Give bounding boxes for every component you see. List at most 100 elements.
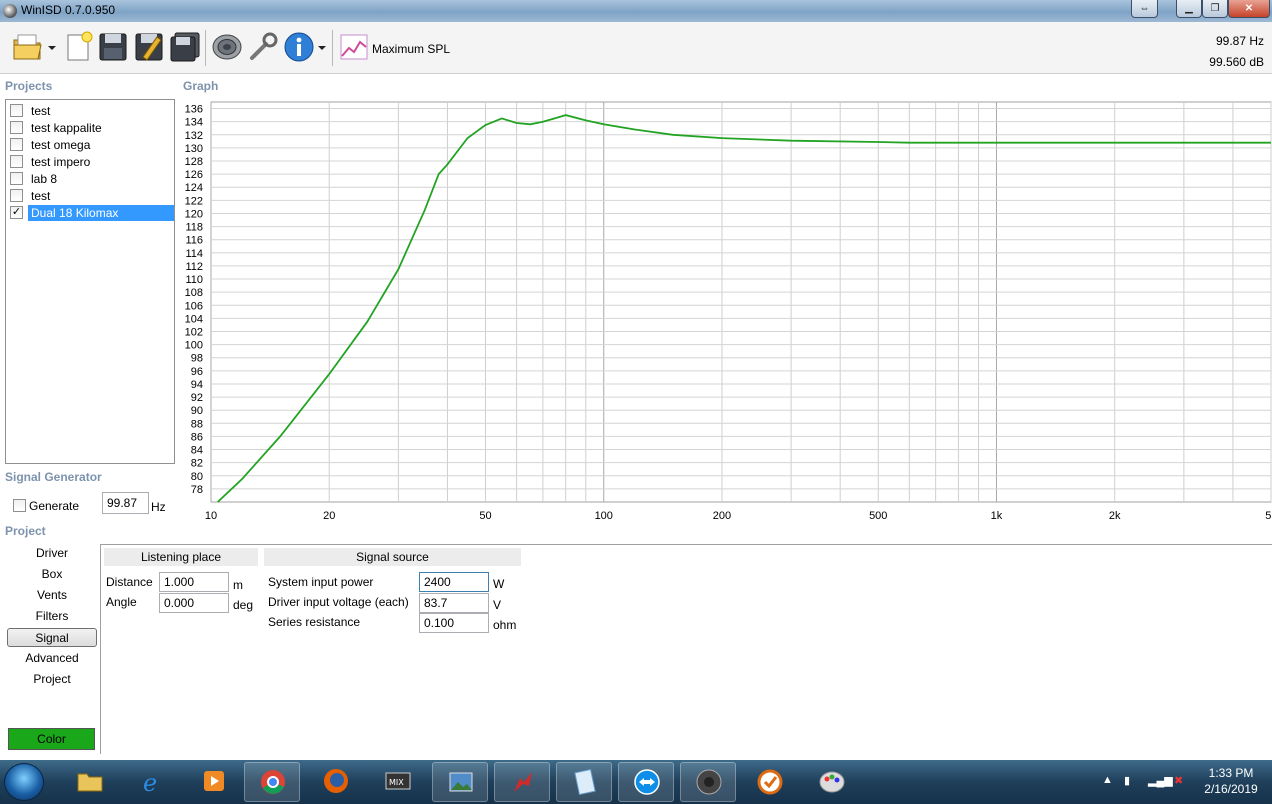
tools-icon[interactable] xyxy=(247,31,279,63)
taskbar-chrome[interactable] xyxy=(244,762,300,802)
taskbar-internet-explorer[interactable]: e xyxy=(124,762,180,802)
toolbar-separator xyxy=(332,30,333,66)
system-input-power-input[interactable]: 2400 xyxy=(419,572,489,592)
x-tick-label: 20 xyxy=(323,510,335,522)
signal-source-header: Signal source xyxy=(264,548,521,566)
series-resistance-input[interactable]: 0.100 xyxy=(419,613,489,633)
project-item-selected[interactable]: ✓ Dual 18 Kilomax xyxy=(6,204,174,221)
network-signal-icon[interactable]: ▂▄▆ xyxy=(1148,774,1173,787)
project-checkbox[interactable] xyxy=(10,121,23,134)
tab-driver[interactable]: Driver xyxy=(7,544,97,563)
taskbar-bird-app[interactable] xyxy=(494,762,550,802)
project-name[interactable]: test xyxy=(28,103,53,119)
show-hidden-icons-arrow[interactable]: ▲ xyxy=(1102,774,1113,786)
listening-place-header: Listening place xyxy=(104,548,258,566)
project-name[interactable]: lab 8 xyxy=(28,171,60,187)
winisd-window: WinISD 0.7.0.950 ⇔ ▁ ❐ ✕ Maximum SPL 99.… xyxy=(0,0,1272,804)
tab-box[interactable]: Box xyxy=(7,565,97,584)
taskbar-photo-viewer[interactable] xyxy=(432,762,488,802)
save-as-icon[interactable] xyxy=(133,31,165,63)
open-dropdown-caret[interactable] xyxy=(48,46,56,50)
project-checkbox[interactable] xyxy=(10,155,23,168)
cursor-frequency-readout: 99.87 Hz xyxy=(1215,34,1264,48)
projects-list[interactable]: test test kappalite test omega test impe… xyxy=(5,99,175,464)
generator-frequency-unit: Hz xyxy=(151,500,166,514)
angle-input[interactable]: 0.000 xyxy=(159,593,229,613)
tab-advanced[interactable]: Advanced xyxy=(7,649,97,668)
tab-filters[interactable]: Filters xyxy=(7,607,97,626)
taskbar-firefox[interactable] xyxy=(308,762,364,802)
driver-input-voltage-input[interactable]: 83.7 xyxy=(419,593,489,613)
spl-graph[interactable]: 7880828486889092949698100102104106108110… xyxy=(175,98,1272,524)
project-name[interactable]: Dual 18 Kilomax xyxy=(28,205,174,221)
taskbar-clock-date[interactable]: 2/16/2019 xyxy=(1200,782,1262,796)
plot-type-label[interactable]: Maximum SPL xyxy=(372,42,450,56)
generator-frequency-input[interactable]: 99.87 xyxy=(102,492,149,514)
resize-arrows-button[interactable]: ⇔ xyxy=(1131,0,1158,18)
svg-text:e: e xyxy=(143,769,157,795)
taskbar-media-player[interactable] xyxy=(186,762,242,802)
new-project-icon[interactable] xyxy=(62,31,94,63)
y-tick-label: 122 xyxy=(185,195,203,207)
save-icon[interactable] xyxy=(97,31,129,63)
info-icon[interactable] xyxy=(283,31,315,63)
project-checkbox-checked[interactable]: ✓ xyxy=(10,206,23,219)
y-tick-label: 88 xyxy=(191,418,203,430)
project-name[interactable]: test kappalite xyxy=(28,120,105,136)
close-button[interactable]: ✕ xyxy=(1228,0,1270,18)
project-name[interactable]: test xyxy=(28,188,53,204)
info-dropdown-caret[interactable] xyxy=(318,46,326,50)
project-name[interactable]: test impero xyxy=(28,154,93,170)
save-all-icon[interactable] xyxy=(169,31,201,63)
minimize-button[interactable]: ▁ xyxy=(1176,0,1202,18)
driver-icon[interactable] xyxy=(211,31,243,63)
system-input-power-label: System input power xyxy=(268,575,374,589)
open-folder-icon[interactable] xyxy=(12,31,44,63)
notepad-icon xyxy=(574,768,596,796)
maximize-button[interactable]: ❐ xyxy=(1202,0,1228,18)
y-tick-label: 90 xyxy=(191,405,203,417)
series-resistance-label: Series resistance xyxy=(268,615,361,629)
project-item[interactable]: test kappalite xyxy=(6,119,174,136)
project-item[interactable]: test xyxy=(6,102,174,119)
start-button[interactable] xyxy=(4,763,44,801)
project-checkbox[interactable] xyxy=(10,189,23,202)
tab-signal[interactable]: Signal xyxy=(7,628,97,647)
generate-checkbox[interactable] xyxy=(13,499,26,512)
chrome-icon xyxy=(261,770,285,794)
y-tick-label: 118 xyxy=(185,222,203,234)
y-tick-label: 102 xyxy=(185,327,203,339)
firefox-icon xyxy=(324,769,348,793)
taskbar-mixer[interactable]: MIX xyxy=(370,762,426,802)
project-item[interactable]: lab 8 xyxy=(6,170,174,187)
plot-type-icon[interactable] xyxy=(338,31,370,63)
y-tick-label: 94 xyxy=(191,379,203,391)
bird-app-icon xyxy=(514,772,532,792)
tab-vents[interactable]: Vents xyxy=(7,586,97,605)
taskbar-speaker-app[interactable] xyxy=(680,762,736,802)
color-button[interactable]: Color xyxy=(8,728,95,750)
y-tick-label: 128 xyxy=(185,156,203,168)
taskbar-paint[interactable] xyxy=(804,762,860,802)
project-item[interactable]: test impero xyxy=(6,153,174,170)
project-checkbox[interactable] xyxy=(10,172,23,185)
project-checkbox[interactable] xyxy=(10,104,23,117)
project-checkbox[interactable] xyxy=(10,138,23,151)
taskbar-teamviewer[interactable] xyxy=(618,762,674,802)
distance-input[interactable]: 1.000 xyxy=(159,572,229,592)
y-tick-label: 104 xyxy=(185,313,203,325)
x-tick-label: 500 xyxy=(869,510,887,522)
taskbar-explorer[interactable] xyxy=(62,762,118,802)
generate-label[interactable]: Generate xyxy=(29,499,79,513)
action-center-icon[interactable]: ▮ xyxy=(1124,774,1130,787)
taskbar-clock-time[interactable]: 1:33 PM xyxy=(1200,766,1262,780)
x-tick-label: 1k xyxy=(991,510,1003,522)
taskbar-notepad[interactable] xyxy=(556,762,612,802)
project-name[interactable]: test omega xyxy=(28,137,93,153)
volume-muted-icon[interactable]: ✖ xyxy=(1174,774,1183,787)
project-item[interactable]: test omega xyxy=(6,136,174,153)
taskbar-clock-app[interactable] xyxy=(742,762,798,802)
tab-project[interactable]: Project xyxy=(7,670,97,689)
projects-section-label: Projects xyxy=(5,79,53,93)
project-item[interactable]: test xyxy=(6,187,174,204)
